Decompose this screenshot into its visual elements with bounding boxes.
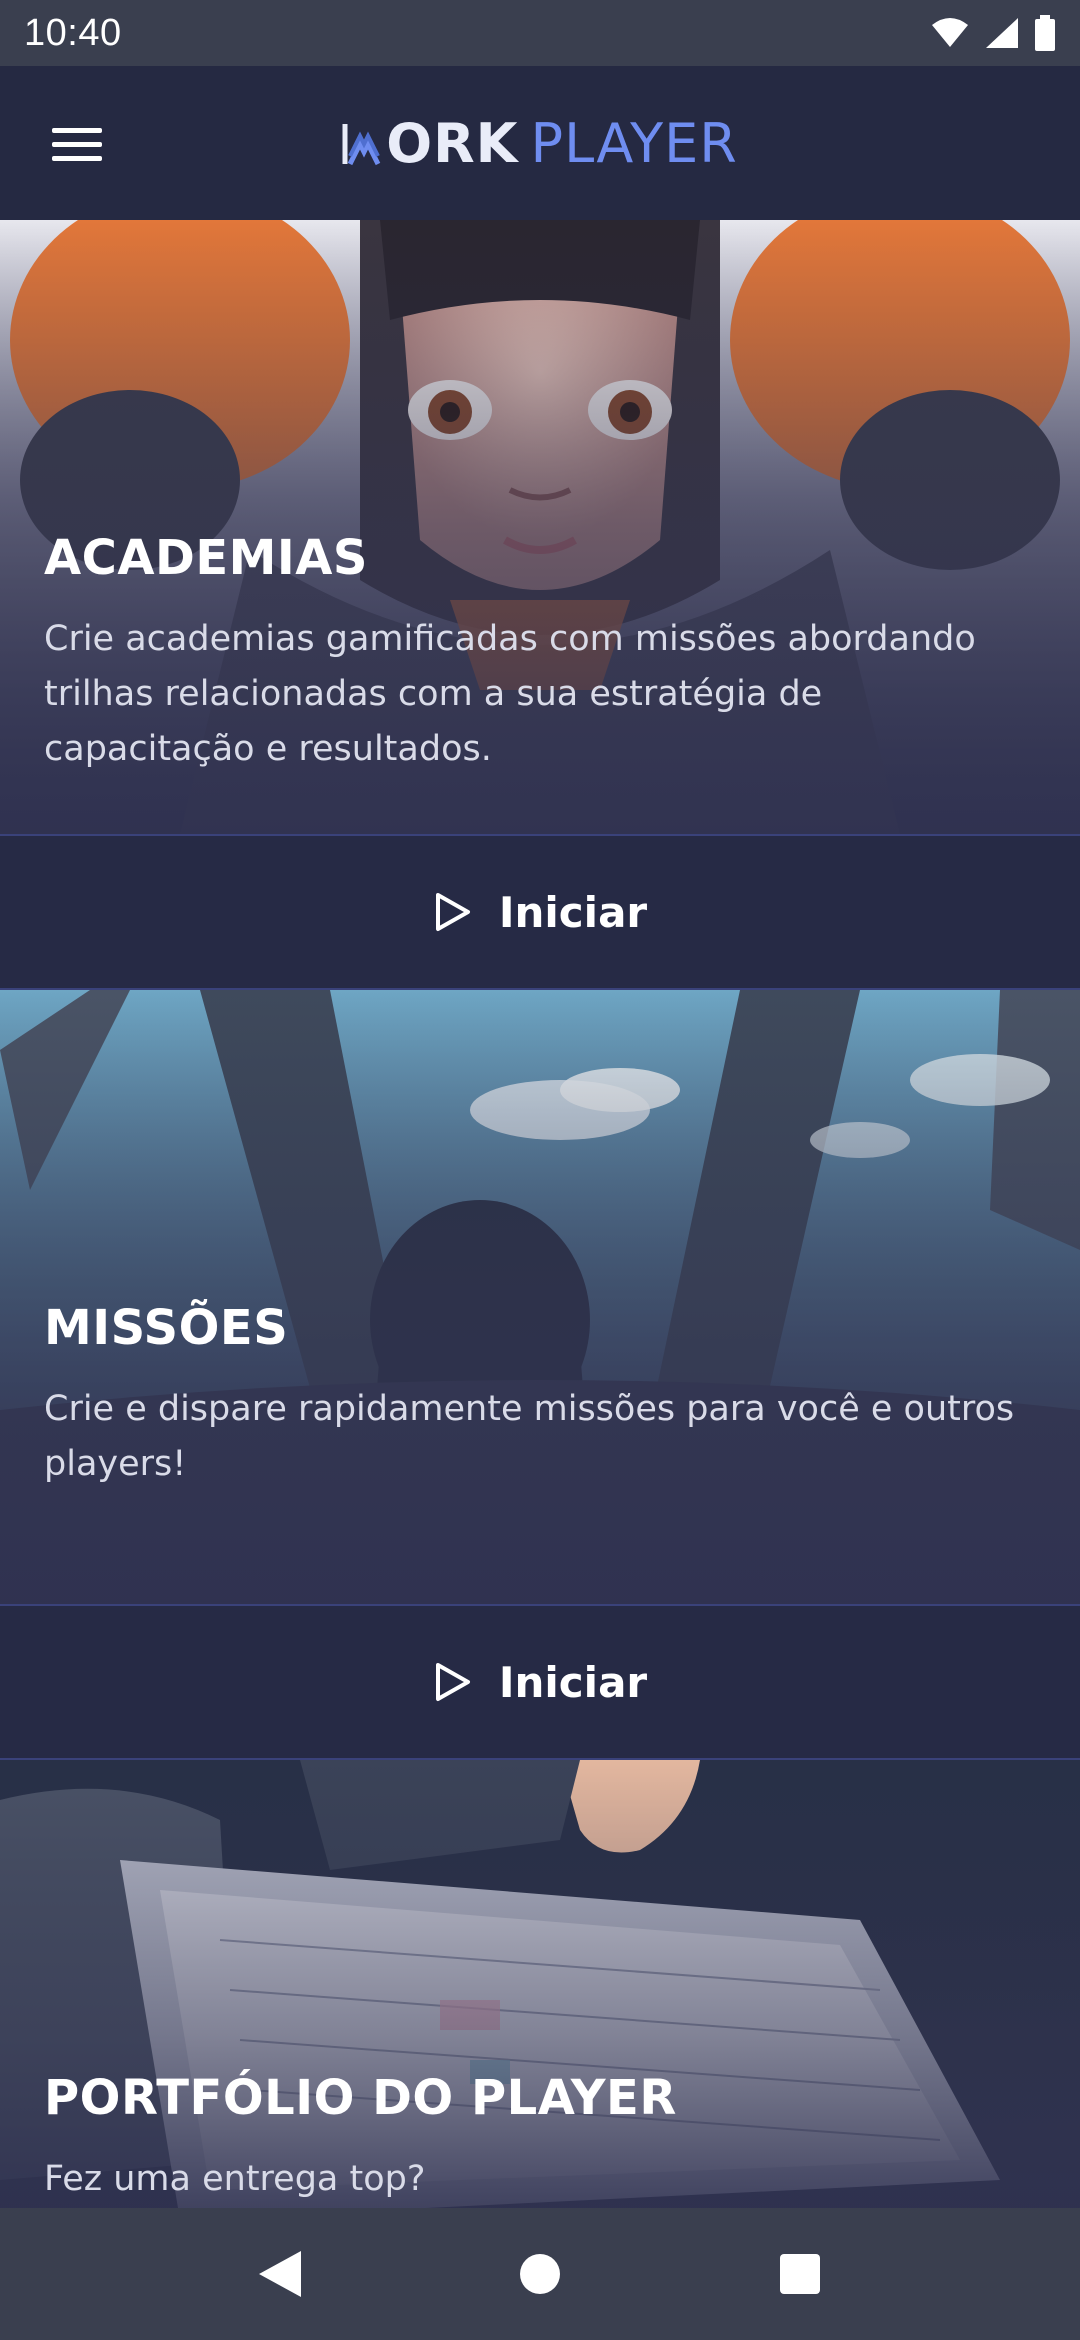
screen: 10:40 ORK PLAYER ACADEMIAS Crie academia… [0, 0, 1080, 2340]
start-button-missoes[interactable]: Iniciar [0, 1604, 1080, 1760]
card-content: MISSÕES Crie e dispare rapidamente missõ… [44, 1300, 1036, 1492]
play-outline-icon [435, 893, 470, 931]
app-bar: ORK PLAYER [0, 66, 1080, 220]
start-button-academias[interactable]: Iniciar [0, 834, 1080, 990]
card-title: ACADEMIAS [44, 530, 368, 586]
card-description: Fez uma entrega top? [44, 2159, 426, 2199]
card-portfolio: PORTFÓLIO DO PLAYER Fez uma entrega top? [0, 1760, 1080, 2208]
brand-word-player: PLAYER [530, 112, 738, 175]
status-time: 10:40 [24, 11, 122, 54]
card-missoes: MISSÕES Crie e dispare rapidamente missõ… [0, 990, 1080, 1760]
logo-w-icon [342, 123, 381, 165]
recents-icon[interactable] [765, 2239, 835, 2309]
card-description: Crie e dispare rapidamente missões para … [44, 1389, 1015, 1484]
card-academias: ACADEMIAS Crie academias gamificadas com… [0, 220, 1080, 990]
status-icons [930, 15, 1056, 51]
card-content: PORTFÓLIO DO PLAYER Fez uma entrega top? [44, 2070, 1036, 2207]
card-title: PORTFÓLIO DO PLAYER [44, 2070, 677, 2126]
back-icon[interactable] [245, 2239, 315, 2309]
home-icon[interactable] [505, 2239, 575, 2309]
status-bar: 10:40 [0, 0, 1080, 66]
start-button-label: Iniciar [498, 887, 648, 937]
card-title: MISSÕES [44, 1300, 289, 1356]
signal-icon [986, 18, 1018, 48]
system-nav-bar [0, 2208, 1080, 2340]
start-button-label: Iniciar [498, 1657, 648, 1707]
brand-word-work: ORK [386, 112, 519, 175]
battery-icon [1035, 15, 1055, 51]
brand-logo: ORK PLAYER [0, 112, 1080, 181]
play-outline-icon [435, 1663, 470, 1701]
card-description: Crie academias gamificadas com missões a… [44, 619, 976, 769]
card-artwork-image [0, 990, 1080, 1604]
card-content: ACADEMIAS Crie academias gamificadas com… [44, 530, 1036, 777]
wifi-icon [932, 18, 968, 47]
